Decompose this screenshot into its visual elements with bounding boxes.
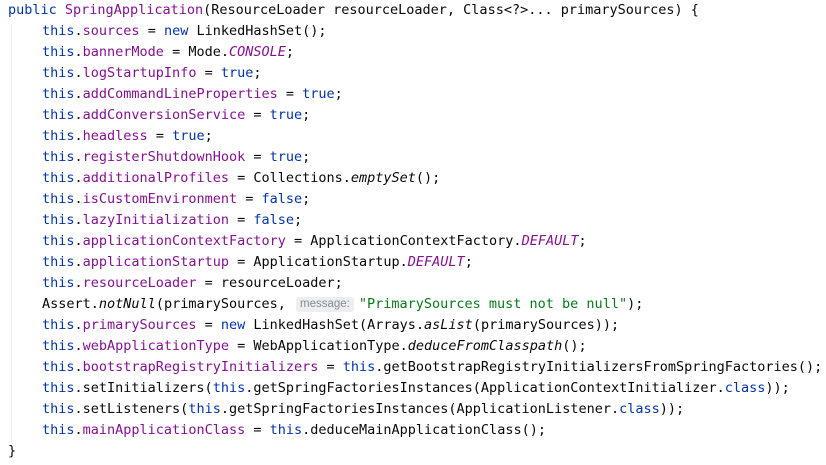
code-line-13: this.applicationStartup = ApplicationSta… [42, 254, 473, 270]
code-line-11: this.lazyInitialization = false; [42, 212, 303, 228]
closing-brace: } [8, 443, 17, 459]
code-line-4: this.logStartupInfo = true; [42, 65, 262, 81]
code-line-1: public SpringApplication(ResourceLoader … [8, 2, 699, 18]
code-line-7: this.headless = true; [42, 128, 213, 144]
code-line-2: this.sources = new LinkedHashSet(); [42, 23, 327, 39]
code-line-18: this.bootstrapRegistryInitializers = thi… [42, 359, 823, 375]
parameter-hint-message: message: [296, 297, 354, 312]
indent-guide [11, 24, 12, 442]
code-line-9: this.additionalProfiles = Collections.em… [42, 170, 441, 186]
code-line-8: this.registerShutdownHook = true; [42, 149, 311, 165]
code-line-20: this.setListeners(this.getSpringFactorie… [42, 401, 685, 417]
code-line-15: Assert.notNull(primarySources, message: "… [42, 296, 644, 312]
code-editor[interactable]: public SpringApplication(ResourceLoader … [0, 0, 826, 465]
code-line-5: this.addCommandLineProperties = true; [42, 86, 343, 102]
code-line-19: this.setInitializers(this.getSpringFacto… [42, 380, 790, 396]
code-line-16: this.primarySources = new LinkedHashSet(… [42, 317, 620, 333]
code-line-10: this.isCustomEnvironment = false; [42, 191, 311, 207]
code-line-17: this.webApplicationType = WebApplication… [42, 338, 587, 354]
code-line-6: this.addConversionService = true; [42, 107, 311, 123]
code-line-21: this.mainApplicationClass = this.deduceM… [42, 422, 546, 438]
code-line-12: this.applicationContextFactory = Applica… [42, 233, 587, 249]
code-line-3: this.bannerMode = Mode.CONSOLE; [42, 44, 295, 60]
code-line-14: this.resourceLoader = resourceLoader; [42, 275, 343, 291]
